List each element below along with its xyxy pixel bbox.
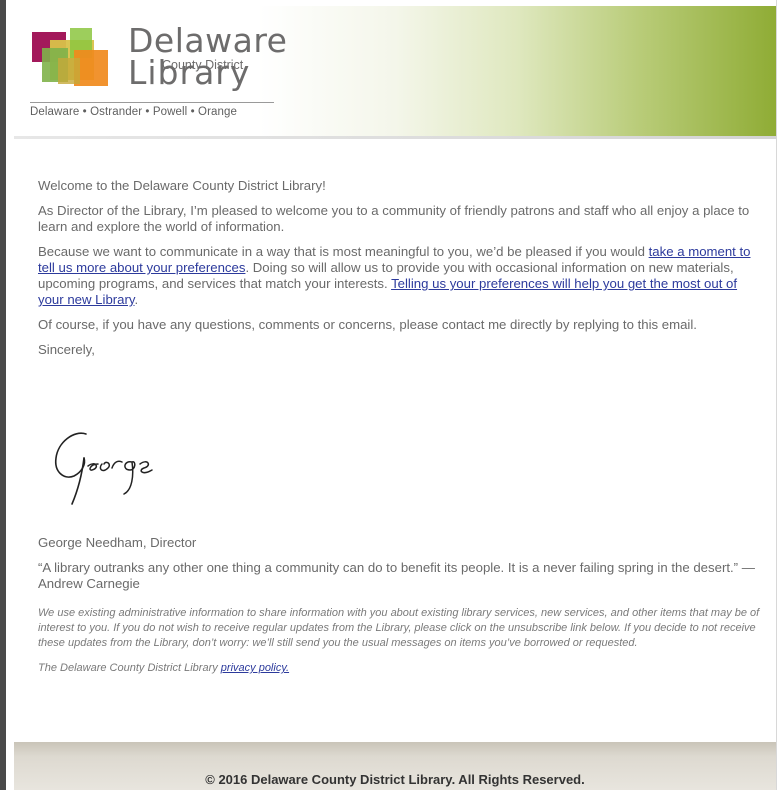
paragraph-contact: Of course, if you have any questions, co… [38,317,697,332]
library-logo[interactable]: Delaware Library County District Delawar… [24,14,287,132]
paragraph-preferences-suffix: . [134,292,139,307]
privacy-line: The Delaware County District Library pri… [38,661,762,676]
signature-george [54,432,153,505]
privacy-prefix: The Delaware County District Library [38,662,221,674]
logo-divider [30,102,274,103]
paragraph-preferences-prefix: Because we want to communicate in a way … [38,244,649,259]
privacy-policy-link[interactable]: privacy policy. [221,662,289,674]
email-body: Welcome to the Delaware County District … [38,178,760,367]
paragraph-welcome: As Director of the Library, I’m pleased … [38,203,750,234]
signer-name: George Needham, Director [38,535,197,550]
carnegie-quote: “A library outranks any other one thing … [38,560,755,591]
library-logo-icon [32,28,108,86]
left-border [0,0,6,790]
email-header: Delaware Library County District Delawar… [14,6,776,136]
logo-branches: Delaware • Ostrander • Powell • Orange [30,106,237,118]
copyright-notice: © 2016 Delaware County District Library.… [205,772,585,787]
logo-county-district: County District [162,58,244,72]
right-border [776,0,777,790]
email-container: Delaware Library County District Delawar… [14,6,776,790]
fine-print: We use existing administrative informati… [38,606,762,686]
greeting: Welcome to the Delaware County District … [38,178,326,193]
admin-notice: We use existing administrative informati… [38,607,760,649]
header-divider [14,136,776,139]
closing: Sincerely, [38,342,95,357]
signature-block: George Needham, Director “A library outr… [38,535,760,601]
email-footer: © 2016 Delaware County District Library.… [14,742,776,790]
paragraph-preferences: Because we want to communicate in a way … [38,244,760,308]
